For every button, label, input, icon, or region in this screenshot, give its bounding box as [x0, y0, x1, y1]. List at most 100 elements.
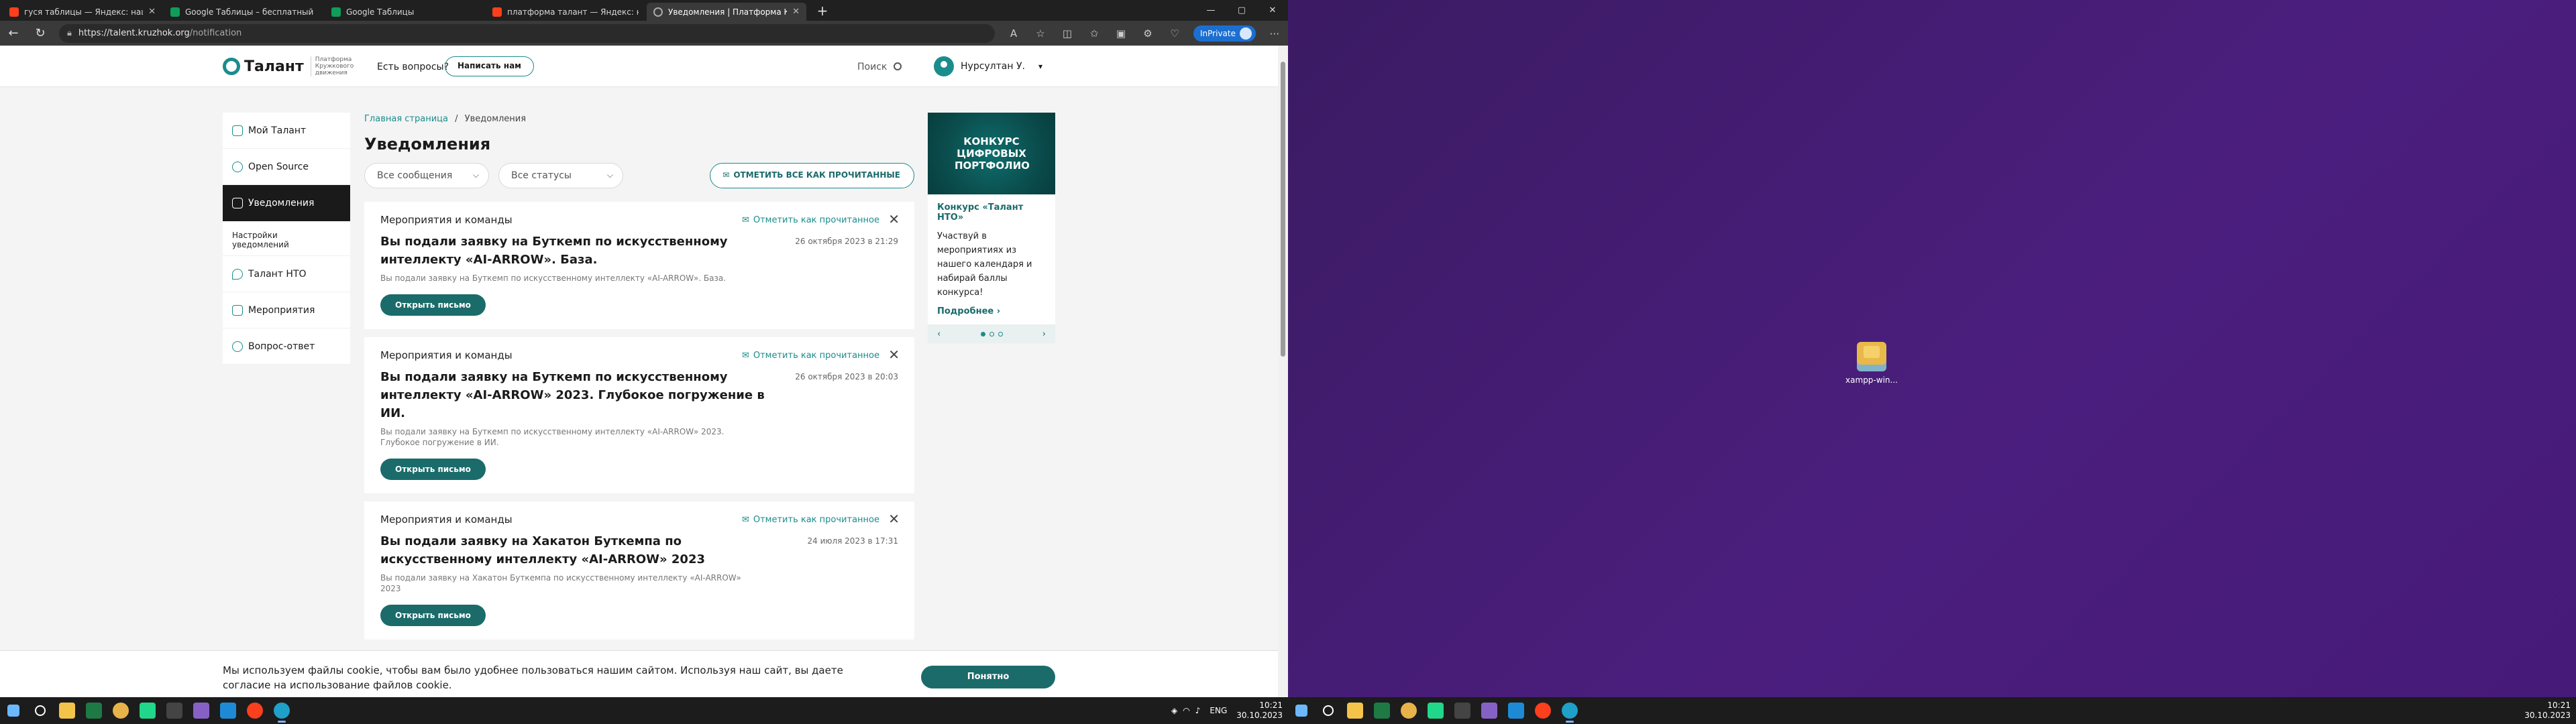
favorites-icon[interactable]: ✩ [1086, 27, 1102, 40]
start-button[interactable] [0, 697, 27, 724]
terminal-icon[interactable] [161, 697, 188, 724]
search-icon[interactable] [27, 697, 54, 724]
visual-studio-icon[interactable] [188, 697, 215, 724]
card-date: 24 июля 2023 в 17:31 [807, 536, 898, 546]
card-description: Вы подали заявку на Буткемп по искусстве… [380, 427, 724, 447]
inprivate-badge[interactable]: InPrivate [1193, 25, 1256, 42]
messages-filter-select[interactable]: Все сообщения ⌵ [364, 163, 489, 188]
carousel-next-button[interactable]: › [1042, 329, 1046, 339]
sidebar-item-faq[interactable]: Вопрос-ответ [223, 328, 350, 365]
scrollbar-thumb[interactable] [1281, 62, 1285, 357]
edge-icon[interactable] [268, 697, 295, 724]
browser-tab[interactable]: Google Таблицы – бесплатный [164, 3, 323, 21]
pycharm-icon[interactable] [134, 697, 161, 724]
browser-tab-active[interactable]: Уведомления | Платформа Кру ✕ [647, 3, 806, 21]
back-icon[interactable]: ← [5, 26, 21, 40]
sidebar-item-my-talent[interactable]: Мой Талант [223, 113, 350, 149]
site-search[interactable]: Поиск [857, 62, 902, 72]
mark-all-read-button[interactable]: ✉ ОТМЕТИТЬ ВСЕ КАК ПРОЧИТАННЫЕ [710, 163, 914, 188]
browser-tab[interactable]: Google Таблицы [325, 3, 484, 21]
close-icon[interactable]: ✕ [888, 511, 900, 527]
url-field[interactable]: 🔒︎ https://talent.kruzhok.org/notificati… [59, 23, 996, 43]
close-window-button[interactable]: ✕ [1257, 0, 1288, 21]
tab-bar: гуся таблицы — Яндекс: нашл ✕ Google Табл… [0, 0, 1288, 21]
user-avatar [934, 56, 954, 76]
taskbar-secondary: 10:21 30.10.2023 [1288, 697, 2576, 724]
clock[interactable]: 10:21 30.10.2023 [1236, 701, 1283, 721]
split-screen-icon[interactable]: ◫ [1059, 27, 1075, 40]
language-indicator[interactable]: ENG [1210, 706, 1227, 715]
volume-icon[interactable]: ♪ [1195, 706, 1201, 715]
sidebar-item-notification-settings[interactable]: Настройки уведомлений [223, 221, 350, 256]
excel-icon[interactable] [80, 697, 107, 724]
promo-image[interactable]: КОНКУРС ЦИФРОВЫХ ПОРТФОЛИО [928, 113, 1055, 194]
paint-icon[interactable] [1395, 697, 1422, 724]
search-icon [894, 62, 902, 70]
breadcrumb-home-link[interactable]: Главная страница [364, 114, 448, 124]
cookie-accept-button[interactable]: Понятно [921, 666, 1055, 688]
mark-read-link[interactable]: Отметить как прочитанное [742, 515, 879, 525]
terminal-icon[interactable] [1449, 697, 1476, 724]
favorite-star-icon[interactable]: ☆ [1032, 27, 1049, 40]
site-logo[interactable]: Талант Платформа Кружкового движения [223, 56, 358, 76]
excel-icon[interactable] [1368, 697, 1395, 724]
browser-essentials-icon[interactable]: ♡ [1167, 27, 1183, 40]
close-icon[interactable]: ✕ [888, 347, 900, 363]
status-filter-select[interactable]: Все статусы ⌵ [498, 163, 623, 188]
sidebar-item-talent-nto[interactable]: Талант НТО [223, 256, 350, 292]
vscode-icon[interactable] [1503, 697, 1529, 724]
read-aloud-icon[interactable]: A [1006, 27, 1022, 40]
browser-tab[interactable]: гуся таблицы — Яндекс: нашл ✕ [3, 3, 162, 21]
network-icon[interactable]: ◈ [1171, 706, 1177, 715]
chevron-down-icon: ⌵ [472, 170, 479, 180]
sidebar-item-events[interactable]: Мероприятия [223, 292, 350, 328]
pycharm-icon[interactable] [1422, 697, 1449, 724]
close-tab-icon[interactable]: ✕ [792, 7, 800, 17]
yandex-browser-icon[interactable] [1529, 697, 1556, 724]
user-menu[interactable]: Нурсултан У. ▾ [934, 56, 1042, 76]
paint-icon[interactable] [107, 697, 134, 724]
open-letter-button[interactable]: Открыть письмо [380, 294, 486, 316]
card-date: 26 октября 2023 в 20:03 [795, 372, 898, 381]
sidebar-item-open-source[interactable]: Open Source [223, 149, 350, 185]
address-bar: ← ↻ 🔒︎ https://talent.kruzhok.org/notifi… [0, 21, 1288, 46]
yandex-browser-icon[interactable] [241, 697, 268, 724]
file-explorer-icon[interactable] [54, 697, 80, 724]
refresh-icon[interactable]: ↻ [32, 26, 48, 40]
xampp-desktop-icon[interactable]: xampp-win... [1841, 342, 1902, 385]
system-tray: 10:21 30.10.2023 [2524, 697, 2571, 724]
more-menu-icon[interactable]: ⋯ [1267, 27, 1283, 40]
edge-icon[interactable] [1556, 697, 1583, 724]
start-button[interactable] [1288, 697, 1315, 724]
clock[interactable]: 10:21 30.10.2023 [2524, 701, 2571, 721]
carousel-dot[interactable] [989, 331, 994, 337]
page-scrollbar[interactable] [1278, 46, 1288, 704]
vscode-icon[interactable] [215, 697, 241, 724]
collections-icon[interactable]: ▣ [1113, 27, 1129, 40]
second-desktop [1288, 0, 2576, 724]
notification-card: Мероприятия и команды Отметить как прочи… [364, 337, 914, 493]
carousel-prev-button[interactable]: ‹ [937, 329, 941, 339]
maximize-button[interactable]: ▢ [1226, 0, 1257, 21]
mark-read-link[interactable]: Отметить как прочитанное [742, 215, 879, 225]
open-letter-button[interactable]: Открыть письмо [380, 605, 486, 626]
carousel-dot[interactable] [998, 331, 1003, 337]
minimize-button[interactable]: — [1195, 0, 1226, 21]
new-tab-button[interactable]: + [813, 3, 832, 19]
promo-more-link[interactable]: Подробнее › [928, 300, 1055, 324]
extensions-icon[interactable]: ⚙ [1140, 27, 1156, 40]
write-us-button[interactable]: Написать нам [445, 56, 534, 76]
close-icon[interactable]: ✕ [888, 211, 900, 227]
open-letter-button[interactable]: Открыть письмо [380, 459, 486, 480]
profile-avatar [1240, 27, 1252, 40]
visual-studio-icon[interactable] [1476, 697, 1503, 724]
sidebar-item-notifications[interactable]: Уведомления [223, 185, 350, 221]
file-explorer-icon[interactable] [1342, 697, 1368, 724]
carousel-dot[interactable] [980, 331, 985, 337]
browser-window: гуся таблицы — Яндекс: нашл ✕ Google Табл… [0, 0, 1288, 704]
wifi-icon[interactable]: ◠ [1183, 706, 1189, 715]
browser-tab[interactable]: платформа талант — Яндекс: н [486, 3, 645, 21]
search-icon[interactable] [1315, 697, 1342, 724]
mark-read-link[interactable]: Отметить как прочитанное [742, 351, 879, 361]
close-tab-icon[interactable]: ✕ [148, 7, 156, 17]
